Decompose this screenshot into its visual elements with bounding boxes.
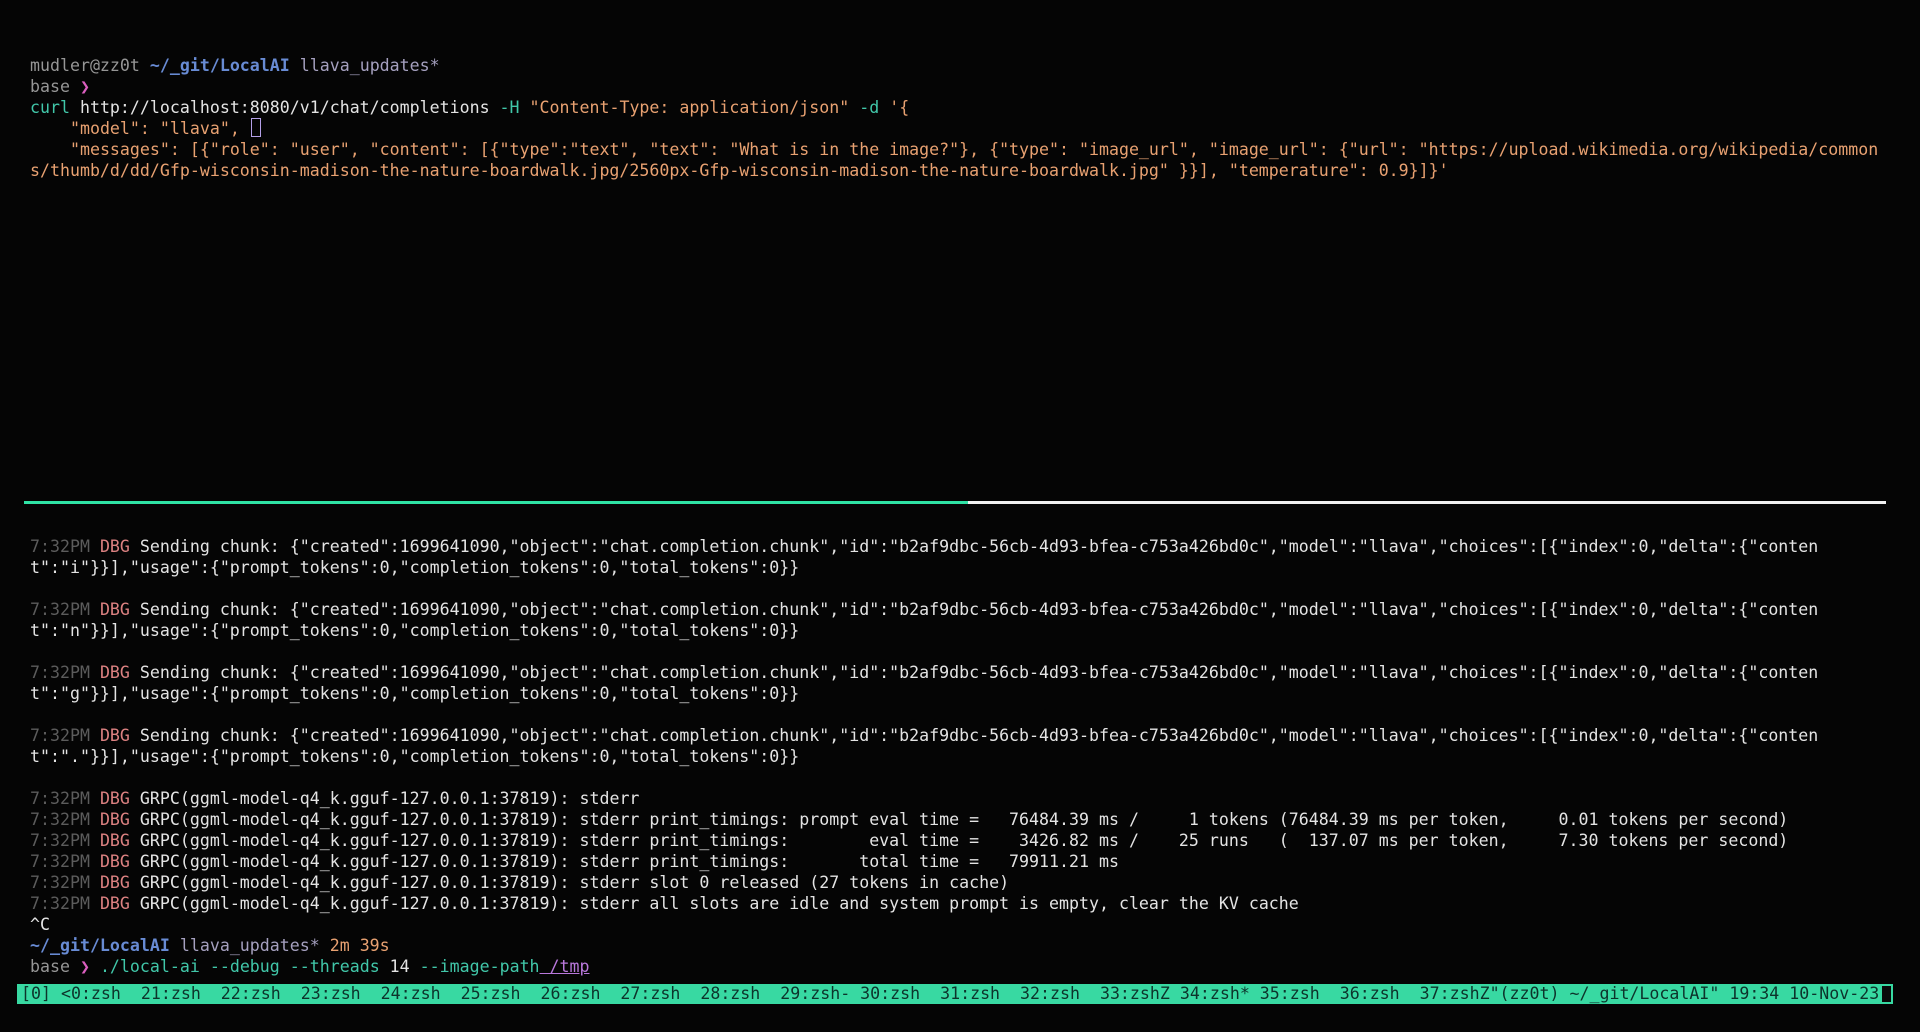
text-segment: llava_updates* [170,936,320,955]
log-timestamp: 7:32PM [30,726,100,745]
log-level-badge: DBG [100,663,140,682]
command-duration: 2m 39s [320,936,390,955]
tmux-status-bar[interactable]: [0] <0:zsh 21:zsh 22:zsh 23:zsh 24:zsh 2… [17,984,1893,1004]
text-segment: GRPC(ggml-model-q4_k.gguf-127.0.0.1:3781… [140,852,1119,871]
text-segment: GRPC(ggml-model-q4_k.gguf-127.0.0.1:3781… [140,873,1009,892]
prompt-context-line: mudler@zz0t ~/_git/LocalAI llava_updates… [30,55,1888,76]
text-segment: GRPC(ggml-model-q4_k.gguf-127.0.0.1:3781… [140,789,650,808]
text-segment: '{ [879,98,909,117]
text-segment: "model": "llava", [30,119,250,138]
terminal-cursor [251,118,261,137]
tmux-window-list: [0] <0:zsh 21:zsh 22:zsh 23:zsh 24:zsh 2… [21,984,1879,1004]
log-line-slots-idle: 7:32PM DBG GRPC(ggml-model-q4_k.gguf-127… [30,893,1888,914]
log-level-badge: DBG [100,831,140,850]
text-segment: mudler@zz0t [30,56,150,75]
log-timestamp: 7:32PM [30,663,100,682]
log-blank-line [30,578,1888,599]
log-timestamp: 7:32PM [30,894,100,913]
log-timestamp: 7:32PM [30,537,100,556]
text-segment: ❯ [80,957,90,976]
text-segment: "messages": [{"role": "user", "content":… [30,140,1878,180]
bottom-prompt-context-line: ~/_git/LocalAI llava_updates* 2m 39s [30,935,1888,956]
log-level-badge: DBG [100,810,140,829]
pane-divider-inactive-segment [968,501,1886,504]
log-level-badge: DBG [100,852,140,871]
log-timestamp: 7:32PM [30,789,100,808]
text-segment: Sending chunk: {"created":1699641090,"ob… [30,537,1818,577]
log-timestamp: 7:32PM [30,810,100,829]
text-segment: Sending chunk: {"created":1699641090,"ob… [30,600,1818,640]
pane-divider-active-segment [24,501,968,504]
text-segment: ~/_git/LocalAI [30,936,170,955]
log-timestamp: 7:32PM [30,852,100,871]
log-line-chunk-1: 7:32PM DBG Sending chunk: {"created":169… [30,536,1888,578]
log-line-total-time: 7:32PM DBG GRPC(ggml-model-q4_k.gguf-127… [30,851,1888,872]
text-segment: GRPC(ggml-model-q4_k.gguf-127.0.0.1:3781… [140,894,1299,913]
log-level-badge: DBG [100,894,140,913]
text-segment: llava_updates* [290,56,440,75]
text-segment: base [30,957,80,976]
log-level-badge: DBG [100,537,140,556]
log-blank-line [30,767,1888,788]
log-line-prompt-eval-time: 7:32PM DBG GRPC(ggml-model-q4_k.gguf-127… [30,809,1888,830]
text-segment: base [30,77,80,96]
log-blank-line [30,704,1888,725]
text-segment: "Content-Type: application/json" [520,98,850,117]
log-line-chunk-2: 7:32PM DBG Sending chunk: {"created":169… [30,599,1888,641]
text-segment: GRPC(ggml-model-q4_k.gguf-127.0.0.1:3781… [140,831,1788,850]
text-segment: ❯ [80,77,90,96]
text-segment: --debug --threads [200,957,380,976]
log-level-badge: DBG [100,873,140,892]
text-segment: /tmp [540,957,590,976]
log-timestamp: 7:32PM [30,831,100,850]
log-timestamp: 7:32PM [30,873,100,892]
text-segment: --image-path [410,957,540,976]
text-segment: ^C [30,915,50,934]
text-segment: Sending chunk: {"created":1699641090,"ob… [30,726,1818,766]
log-timestamp: 7:32PM [30,600,100,619]
text-segment: -H [490,98,520,117]
text-segment: 14 [380,957,410,976]
text-segment: -d [849,98,879,117]
command-line-model: "model": "llava", [30,118,1888,139]
command-line-messages: "messages": [{"role": "user", "content":… [30,139,1888,181]
log-line-grpc-stderr: 7:32PM DBG GRPC(ggml-model-q4_k.gguf-127… [30,788,1888,809]
text-segment: ~/_git/LocalAI [150,56,290,75]
tmux-pane-divider[interactable] [24,501,1886,504]
command-line-curl: curl http://localhost:8080/v1/chat/compl… [30,97,1888,118]
prompt-line: base ❯ [30,76,1888,97]
log-blank-line [30,641,1888,662]
log-line-eval-time: 7:32PM DBG GRPC(ggml-model-q4_k.gguf-127… [30,830,1888,851]
pane-curl-command[interactable]: mudler@zz0t ~/_git/LocalAI llava_updates… [30,55,1888,181]
text-segment: GRPC(ggml-model-q4_k.gguf-127.0.0.1:3781… [140,810,1788,829]
bottom-command-line: base ❯ ./local-ai --debug --threads 14 -… [30,956,1888,977]
log-level-badge: DBG [100,789,140,808]
log-line-slot-released: 7:32PM DBG GRPC(ggml-model-q4_k.gguf-127… [30,872,1888,893]
text-segment: Sending chunk: {"created":1699641090,"ob… [30,663,1818,703]
pane-server-logs[interactable]: 7:32PM DBG Sending chunk: {"created":169… [30,536,1888,977]
text-segment: ./local-ai [90,957,200,976]
log-line-chunk-3: 7:32PM DBG Sending chunk: {"created":169… [30,662,1888,704]
status-bar-cursor-block [1882,986,1891,1002]
log-level-badge: DBG [100,600,140,619]
log-line-chunk-4: 7:32PM DBG Sending chunk: {"created":169… [30,725,1888,767]
text-segment: http://localhost:8080/v1/chat/completion… [70,98,490,117]
text-segment: curl [30,98,70,117]
log-line-sigint: ^C [30,914,1888,935]
log-level-badge: DBG [100,726,140,745]
